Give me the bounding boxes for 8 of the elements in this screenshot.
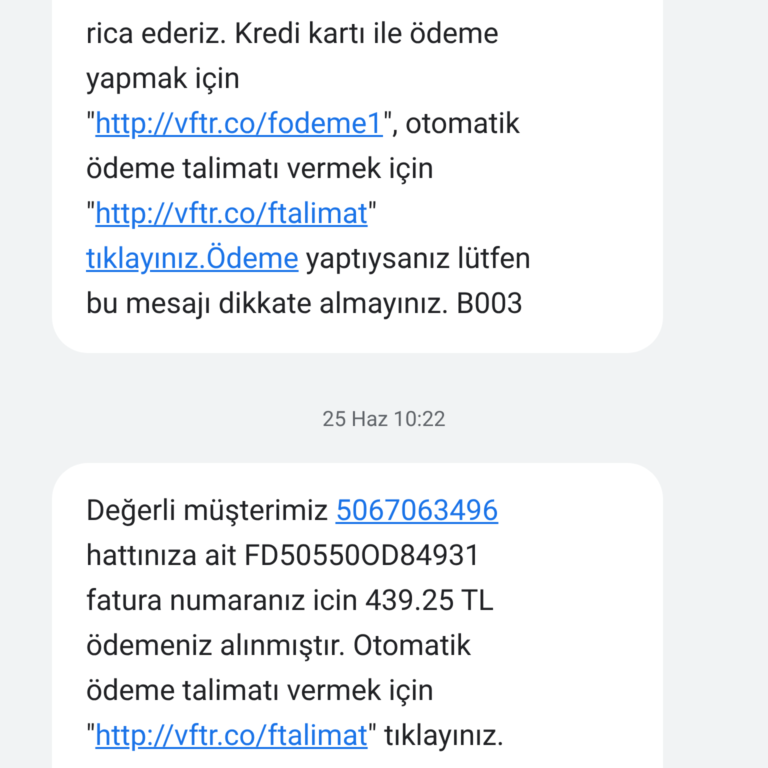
message-link[interactable]: http://vftr.co/ftalimat (95, 718, 368, 752)
message-text: Değerli müşterimiz 5067063496 hattınıza ait FD50550OD84931 fatura numaranız icin 439.25 TL ödemeniz alınmıştır. Otomatik ödeme talimatı vermek için "http://vftr.co/ftalimat" tıklayınız. (86, 492, 506, 754)
message-link[interactable]: 5067063496 (335, 494, 498, 528)
message-link[interactable]: http://vftr.co/fodeme1 (95, 107, 383, 141)
message-link[interactable]: tıklayınız.Ödeme (86, 242, 299, 276)
message-text: rica ederiz. Kredi kartı ile ödeme yapmak için "http://vftr.co/fodeme1", otomatik ödeme talimatı vermek için "http://vftr.co/ftalimat" tıklayınız.Ödeme yaptıysanız lütfen bu mesajı dikkate almayınız. B003 (86, 16, 532, 323)
message-timestamp: 25 Haz 10:22 (322, 407, 446, 434)
message-link[interactable]: http://vftr.co/ftalimat (95, 197, 368, 231)
